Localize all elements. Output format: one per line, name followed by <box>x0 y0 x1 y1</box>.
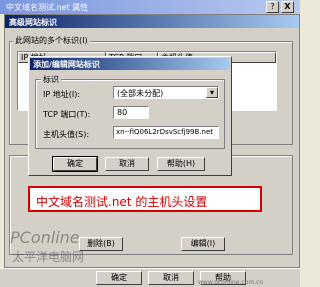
bottom-bar: 确定 取消 帮助 www.pconline.com.cn <box>0 268 300 287</box>
advanced-dialog-title: 高级网站标识 <box>9 18 57 27</box>
bottom-ok-button[interactable]: 确定 <box>96 271 142 285</box>
advanced-dialog-titlebar: 高级网站标识 <box>5 15 299 28</box>
help-button[interactable]: 帮助(H) <box>157 157 205 171</box>
identities-group-label: 此网站的多个标识(I) <box>13 35 90 46</box>
cancel-button[interactable]: 取消 <box>105 157 149 171</box>
port-label: TCP 端口(T): <box>43 110 91 119</box>
host-input-value: xn--fiQ06L2rDsvScfj99B.net <box>116 128 213 136</box>
host-input[interactable]: xn--fiQ06L2rDsvScfj99B.net <box>113 126 219 139</box>
ip-select-value: (全部未分配) <box>117 89 164 98</box>
edit-dialog-titlebar: 添加/编辑网站标识 <box>30 58 230 70</box>
ip-select[interactable]: (全部未分配) ▾ <box>113 86 219 99</box>
identity-group-label: 标识 <box>41 74 61 85</box>
watermark: PConline 太平洋电脑网 <box>10 228 150 268</box>
ip-label: IP 地址(I): <box>43 90 81 99</box>
outer-window-titlebar: 中文域名测试.net 属性 ? X <box>0 0 300 14</box>
bottom-cancel-button[interactable]: 取消 <box>148 271 194 285</box>
host-label: 主机头值(S): <box>43 130 90 139</box>
chevron-down-icon[interactable]: ▾ <box>206 87 218 98</box>
help-title-button[interactable]: ? <box>266 1 279 13</box>
annotation-box: 中文域名测试.net 的主机头设置 <box>28 186 262 212</box>
watermark-brand: PConline <box>10 228 80 247</box>
watermark-domain: www.pconline.com.cn <box>198 279 264 286</box>
ok-button[interactable]: 确定 <box>52 156 98 172</box>
edit-button[interactable]: 编辑(I) <box>181 237 225 251</box>
edit-dialog: 添加/编辑网站标识 标识 IP 地址(I): (全部未分配) ▾ TCP 端口(… <box>28 56 232 176</box>
annotation-text: 中文域名测试.net 的主机头设置 <box>36 195 208 209</box>
watermark-sub: 太平洋电脑网 <box>12 250 85 264</box>
close-title-button[interactable]: X <box>281 1 294 13</box>
port-input-value: 80 <box>117 108 128 117</box>
port-input[interactable]: 80 <box>113 106 149 119</box>
edit-dialog-title: 添加/编辑网站标识 <box>33 60 100 69</box>
outer-window-title: 中文域名测试.net 属性 <box>6 3 89 12</box>
